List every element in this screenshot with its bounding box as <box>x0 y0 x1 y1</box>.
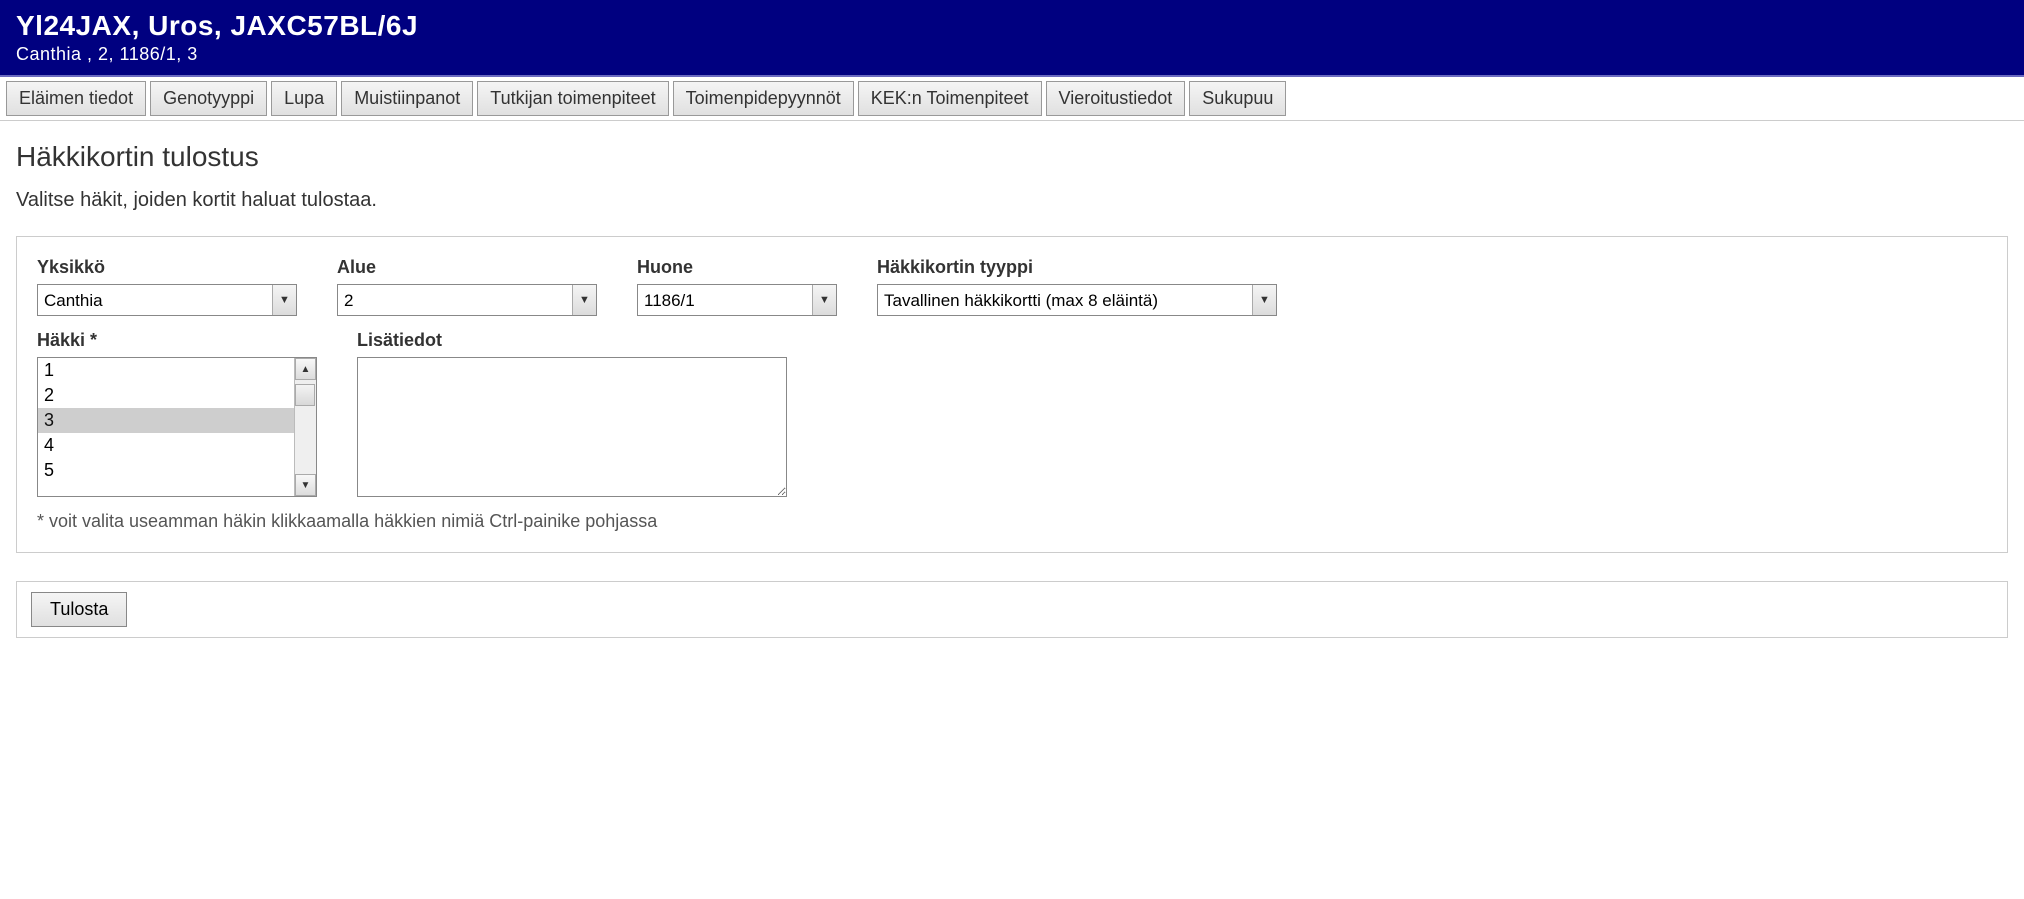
header-subtitle: Canthia , 2, 1186/1, 3 <box>16 44 2008 65</box>
tab-vieroitustiedot[interactable]: Vieroitustiedot <box>1046 81 1186 116</box>
hakki-hint: * voit valita useamman häkin klikkaamall… <box>37 511 1987 532</box>
yksikko-label: Yksikkö <box>37 257 297 278</box>
print-button[interactable]: Tulosta <box>31 592 127 627</box>
tab-muistiinpanot[interactable]: Muistiinpanot <box>341 81 473 116</box>
huone-select[interactable]: 1186/1 <box>637 284 837 316</box>
yksikko-select[interactable]: Canthia <box>37 284 297 316</box>
tyyppi-select[interactable]: Tavallinen häkkikortti (max 8 eläintä) <box>877 284 1277 316</box>
lisatiedot-textarea[interactable] <box>357 357 787 497</box>
tab-lupa[interactable]: Lupa <box>271 81 337 116</box>
button-bar: Tulosta <box>16 581 2008 638</box>
tab-kek-toimenpiteet[interactable]: KEK:n Toimenpiteet <box>858 81 1042 116</box>
tab-genotyyppi[interactable]: Genotyyppi <box>150 81 267 116</box>
content-area: Häkkikortin tulostus Valitse häkit, joid… <box>0 121 2024 658</box>
tab-sukupuu[interactable]: Sukupuu <box>1189 81 1286 116</box>
page-header: Yl24JAX, Uros, JAXC57BL/6J Canthia , 2, … <box>0 0 2024 77</box>
page-title: Häkkikortin tulostus <box>16 141 2008 173</box>
form-box: Yksikkö Canthia ▼ Alue 2 ▼ Huone <box>16 236 2008 553</box>
header-title: Yl24JAX, Uros, JAXC57BL/6J <box>16 10 2008 42</box>
hakki-label: Häkki * <box>37 330 317 351</box>
hakki-listbox[interactable]: 12345 <box>38 358 316 496</box>
alue-label: Alue <box>337 257 597 278</box>
tab-elaimen-tiedot[interactable]: Eläimen tiedot <box>6 81 146 116</box>
tab-tutkijan-toimenpiteet[interactable]: Tutkijan toimenpiteet <box>477 81 668 116</box>
lisatiedot-label: Lisätiedot <box>357 330 787 351</box>
alue-select[interactable]: 2 <box>337 284 597 316</box>
huone-label: Huone <box>637 257 837 278</box>
tab-bar: Eläimen tiedot Genotyyppi Lupa Muistiinp… <box>0 77 2024 121</box>
tab-toimenpidepyynnot[interactable]: Toimenpidepyynnöt <box>673 81 854 116</box>
instructions: Valitse häkit, joiden kortit haluat tulo… <box>16 189 2008 212</box>
tyyppi-label: Häkkikortin tyyppi <box>877 257 1277 278</box>
